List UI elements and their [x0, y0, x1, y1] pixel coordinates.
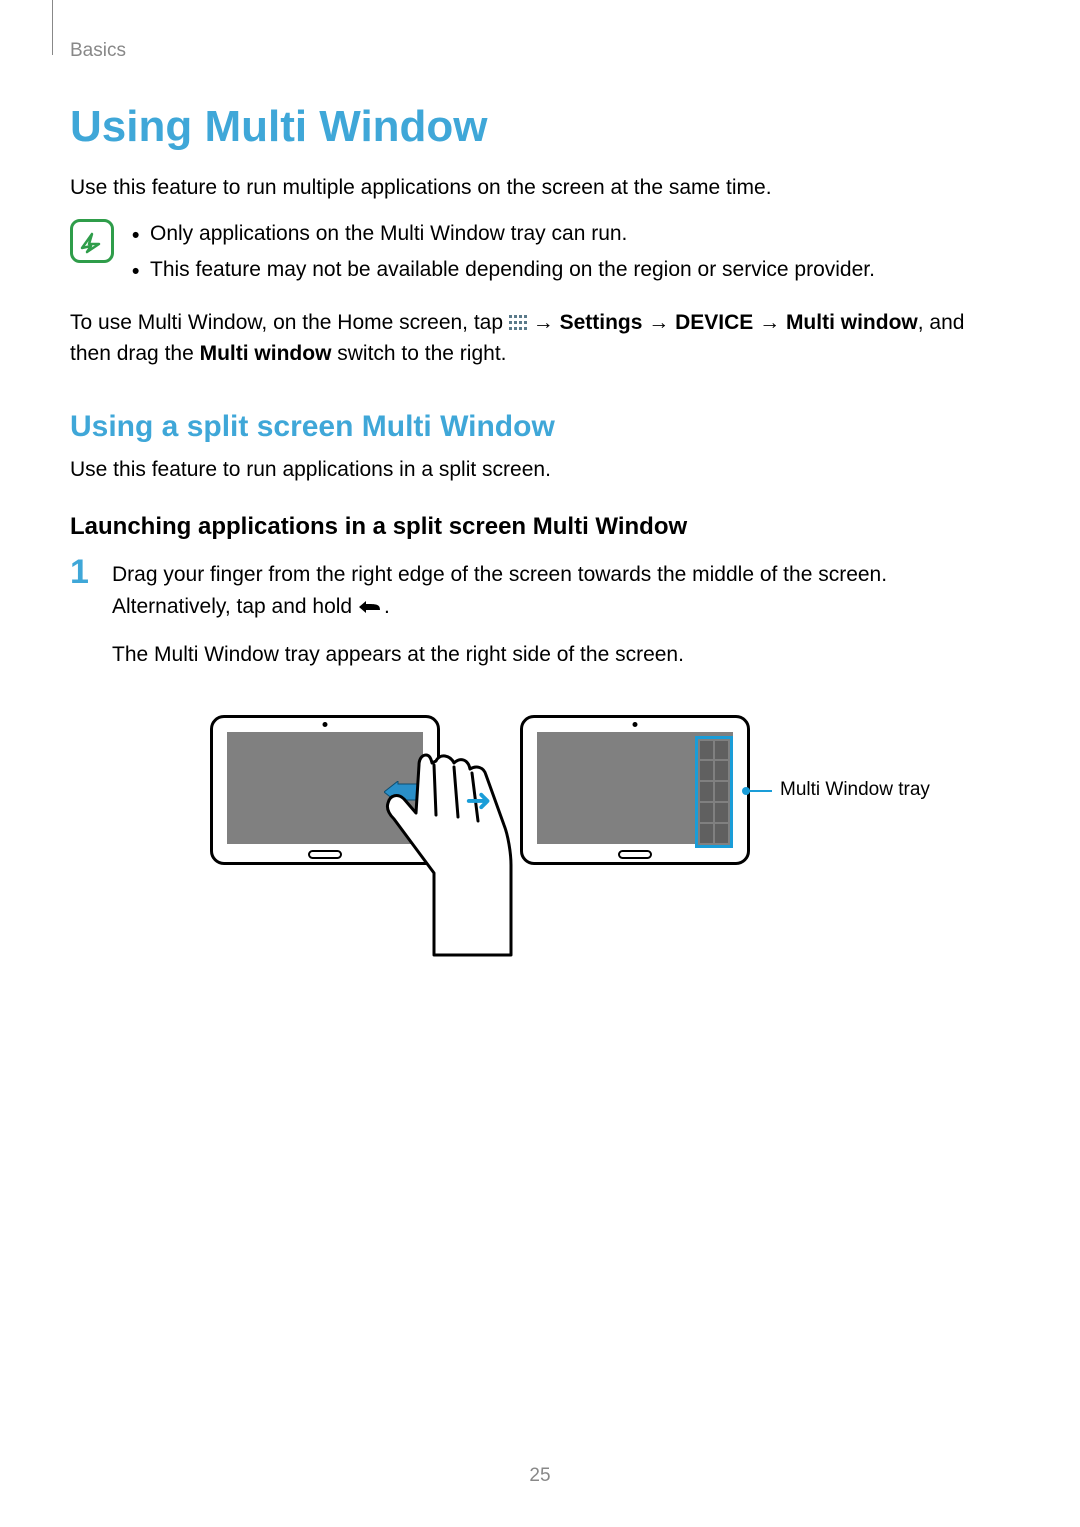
- text: →: [642, 311, 675, 334]
- text: switch to the right.: [331, 342, 506, 365]
- intro-text: Use this feature to run multiple applica…: [70, 173, 1010, 203]
- step-text: .: [384, 595, 390, 618]
- breadcrumb: Basics: [70, 40, 1010, 62]
- text: →: [527, 311, 560, 334]
- page-number: 25: [529, 1465, 550, 1487]
- callout-line: [744, 790, 772, 792]
- tablet-after: [520, 715, 750, 865]
- step-text: The Multi Window tray appears at the rig…: [112, 639, 1010, 671]
- text: To use Multi Window, on the Home screen,…: [70, 311, 509, 334]
- nav-device: DEVICE: [675, 311, 753, 334]
- section-desc: Use this feature to run applications in …: [70, 454, 1010, 486]
- label-multiwindow: Multi window: [200, 342, 332, 365]
- enable-instructions: To use Multi Window, on the Home screen,…: [70, 307, 1010, 370]
- apps-grid-icon: [509, 315, 527, 331]
- text: →: [753, 311, 786, 334]
- page-title: Using Multi Window: [70, 102, 1010, 152]
- step-number: 1: [70, 555, 94, 685]
- nav-settings: Settings: [560, 311, 643, 334]
- callout-label: Multi Window tray: [780, 779, 930, 801]
- multi-window-tray: [695, 736, 733, 848]
- nav-multiwindow: Multi window: [786, 311, 918, 334]
- step-1: 1 Drag your finger from the right edge o…: [70, 559, 1010, 685]
- subsection-heading: Launching applications in a split screen…: [70, 513, 1010, 541]
- section-heading: Using a split screen Multi Window: [70, 410, 1010, 444]
- note-text: This feature may not be available depend…: [150, 253, 875, 289]
- note-item: • This feature may not be available depe…: [132, 253, 1010, 289]
- step-text: Drag your finger from the right edge of …: [112, 563, 887, 618]
- note-item: • Only applications on the Multi Window …: [132, 217, 1010, 253]
- note-icon: [70, 219, 114, 263]
- note-box: • Only applications on the Multi Window …: [70, 217, 1010, 288]
- arrow-right-icon: ➜: [465, 781, 492, 819]
- hand-illustration: [336, 725, 536, 965]
- back-icon: [358, 594, 384, 626]
- figure-multiwindow: ➜ Multi Window tray: [150, 715, 930, 975]
- note-text: Only applications on the Multi Window tr…: [150, 217, 627, 253]
